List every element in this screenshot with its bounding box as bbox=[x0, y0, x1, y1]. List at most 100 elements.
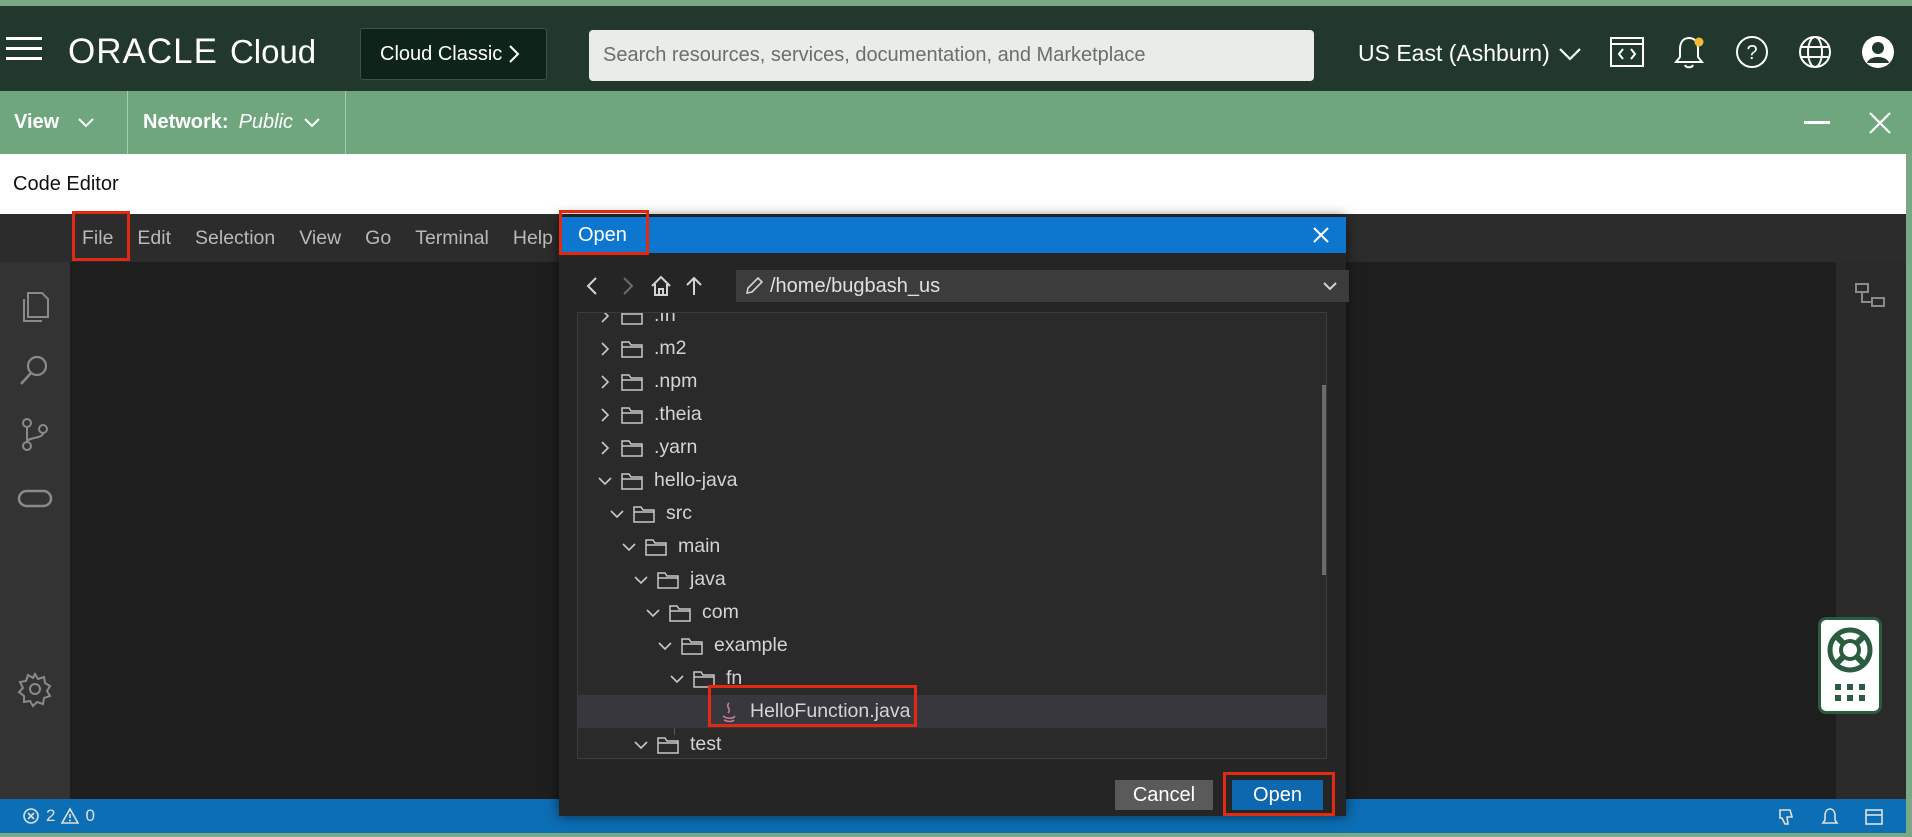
activity-bar bbox=[0, 262, 70, 799]
chevron-down-icon[interactable] bbox=[1322, 279, 1338, 293]
back-icon[interactable] bbox=[581, 274, 605, 298]
folder-icon bbox=[621, 313, 643, 325]
menu-help[interactable]: Help bbox=[501, 214, 565, 262]
menu-terminal[interactable]: Terminal bbox=[403, 214, 501, 262]
network-value: Public bbox=[238, 111, 294, 133]
folder-item[interactable]: example bbox=[578, 629, 1326, 662]
folder-icon bbox=[693, 670, 715, 688]
bell-icon[interactable] bbox=[1671, 34, 1707, 70]
file-item[interactable]: HelloFunction.java bbox=[578, 695, 1326, 728]
up-arrow-icon[interactable] bbox=[682, 274, 706, 298]
tree-item-label: main bbox=[678, 535, 721, 557]
warning-icon bbox=[61, 807, 80, 824]
network-dropdown[interactable]: Network: Public bbox=[128, 91, 346, 154]
chevron-down-icon bbox=[78, 117, 94, 127]
logo-cloud-text: Cloud bbox=[229, 33, 317, 70]
chevron-down-icon[interactable] bbox=[668, 670, 686, 688]
dialog-title: Open bbox=[578, 223, 627, 246]
chevron-right-icon[interactable] bbox=[596, 373, 614, 391]
help-widget[interactable] bbox=[1818, 617, 1882, 714]
folder-icon bbox=[621, 406, 643, 424]
window-edge bbox=[0, 833, 1912, 837]
folder-item[interactable]: .theia bbox=[578, 398, 1326, 431]
folder-icon bbox=[621, 340, 643, 358]
region-selector[interactable]: US East (Ashburn) bbox=[1358, 40, 1582, 67]
menu-icon[interactable] bbox=[6, 36, 42, 62]
chevron-down-icon[interactable] bbox=[656, 637, 674, 655]
chevron-down-icon[interactable] bbox=[644, 604, 662, 622]
menu-view[interactable]: View bbox=[287, 214, 353, 262]
folder-icon bbox=[645, 538, 667, 556]
navigation-row: /home/bugbash_us bbox=[581, 270, 1349, 302]
menu-file[interactable]: File bbox=[70, 214, 125, 262]
view-dropdown[interactable]: View bbox=[0, 91, 128, 154]
home-icon[interactable] bbox=[649, 274, 673, 298]
folder-icon bbox=[657, 736, 679, 754]
notifications-icon[interactable] bbox=[1820, 807, 1840, 827]
chevron-right-icon[interactable] bbox=[596, 312, 614, 325]
cloud-classic-button[interactable]: Cloud Classic bbox=[360, 28, 547, 80]
forward-icon[interactable] bbox=[615, 274, 639, 298]
help-icon[interactable]: ? bbox=[1734, 34, 1770, 70]
close-icon[interactable] bbox=[1866, 109, 1894, 137]
folder-item[interactable]: .m2 bbox=[578, 332, 1326, 365]
logo-oracle-text: ORACLE bbox=[68, 32, 218, 71]
chevron-right-icon[interactable] bbox=[596, 340, 614, 358]
folder-icon bbox=[621, 472, 643, 490]
chevron-right-icon[interactable] bbox=[596, 406, 614, 424]
close-icon[interactable] bbox=[1311, 225, 1331, 245]
folder-item[interactable]: .fn bbox=[578, 312, 1326, 332]
right-sidebar bbox=[1836, 262, 1906, 799]
open-button[interactable]: Open bbox=[1232, 780, 1323, 810]
folder-item[interactable]: java bbox=[578, 563, 1326, 596]
tree-item-label: java bbox=[690, 568, 726, 590]
chevron-down-icon[interactable] bbox=[608, 505, 626, 523]
chevron-down-icon[interactable] bbox=[632, 571, 650, 589]
feedback-icon[interactable] bbox=[1776, 807, 1796, 827]
globe-icon[interactable] bbox=[1797, 34, 1833, 70]
explorer-icon[interactable] bbox=[16, 287, 54, 325]
chevron-right-icon bbox=[509, 45, 520, 63]
layout-icon[interactable] bbox=[1864, 807, 1884, 827]
user-icon[interactable] bbox=[1860, 34, 1896, 70]
folder-icon bbox=[669, 604, 691, 622]
minimize-icon[interactable] bbox=[1804, 121, 1830, 124]
chevron-right-icon[interactable] bbox=[596, 439, 614, 457]
cancel-button[interactable]: Cancel bbox=[1115, 780, 1213, 810]
folder-item[interactable]: main bbox=[578, 530, 1326, 563]
error-count[interactable]: 2 bbox=[46, 806, 55, 826]
source-control-icon[interactable] bbox=[16, 415, 54, 453]
settings-gear-icon[interactable] bbox=[16, 670, 54, 708]
folder-item[interactable]: com bbox=[578, 596, 1326, 629]
folder-item[interactable]: .yarn bbox=[578, 431, 1326, 464]
oracle-cloud-logo[interactable]: ORACLE Cloud bbox=[68, 32, 317, 71]
tree-item-label: .yarn bbox=[654, 436, 698, 458]
tree-item-label: .npm bbox=[654, 370, 698, 392]
oracle-cloud-icon[interactable] bbox=[16, 479, 54, 517]
window-edge bbox=[1906, 154, 1912, 837]
menu-edit[interactable]: Edit bbox=[125, 214, 183, 262]
code-editor-icon[interactable] bbox=[1609, 34, 1645, 70]
folder-item[interactable]: test bbox=[578, 728, 1326, 758]
folder-item[interactable]: src bbox=[578, 497, 1326, 530]
java-file-icon bbox=[722, 701, 736, 722]
chevron-down-icon[interactable] bbox=[620, 538, 638, 556]
tree-item-label: HelloFunction.java bbox=[750, 700, 911, 722]
warning-count[interactable]: 0 bbox=[85, 806, 94, 826]
menu-selection[interactable]: Selection bbox=[183, 214, 287, 262]
edit-pencil-icon[interactable] bbox=[744, 276, 764, 296]
chevron-down-icon[interactable] bbox=[596, 472, 614, 490]
path-selector[interactable]: /home/bugbash_us bbox=[736, 270, 1349, 302]
folder-item[interactable]: .npm bbox=[578, 365, 1326, 398]
network-label: Network: bbox=[143, 111, 229, 133]
folder-item[interactable]: fn bbox=[578, 662, 1326, 695]
folder-item[interactable]: hello-java bbox=[578, 464, 1326, 497]
search-icon[interactable] bbox=[16, 351, 54, 389]
chevron-down-icon[interactable] bbox=[632, 736, 650, 754]
menu-go[interactable]: Go bbox=[353, 214, 403, 262]
svg-text:?: ? bbox=[1746, 42, 1757, 64]
folder-icon bbox=[621, 373, 643, 391]
outline-icon[interactable] bbox=[1852, 278, 1888, 314]
search-input[interactable] bbox=[589, 30, 1314, 81]
folder-icon bbox=[657, 571, 679, 589]
